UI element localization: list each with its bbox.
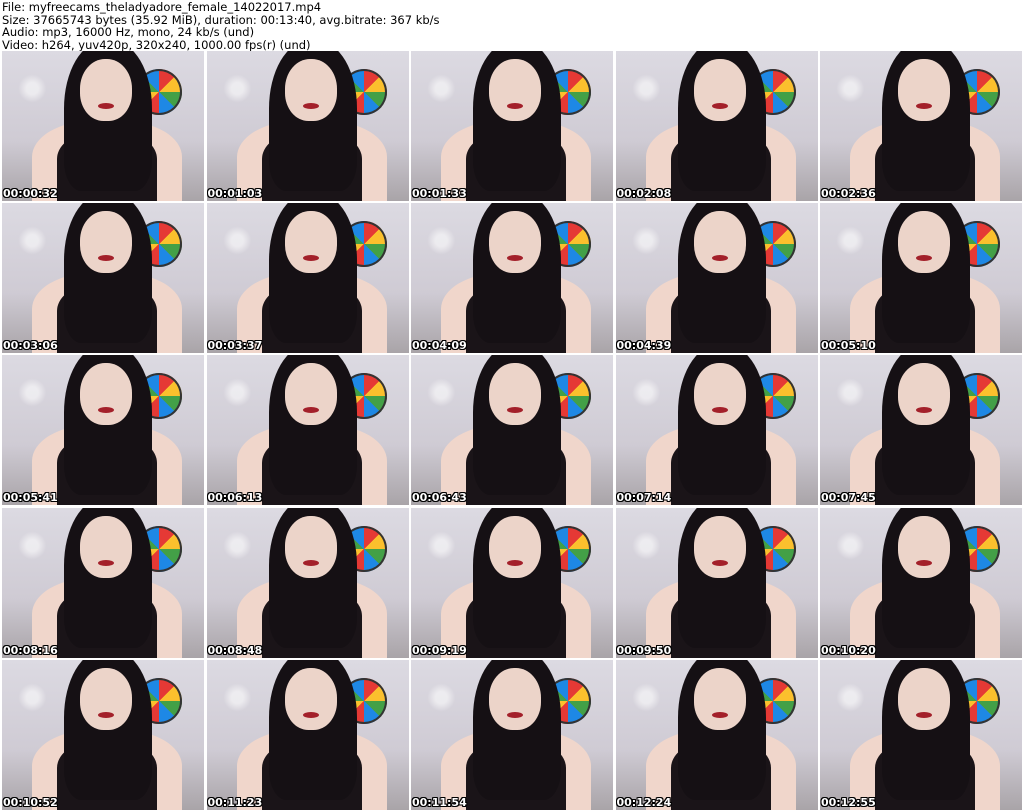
video-thumbnail: 00:00:32 — [2, 51, 204, 201]
thumbnail-timestamp: 00:09:19 — [412, 643, 467, 657]
person-face — [898, 363, 950, 426]
person-lips — [98, 103, 114, 109]
person-face — [80, 363, 132, 426]
person-face — [489, 211, 541, 274]
person-face — [693, 515, 746, 578]
thumbnail-timestamp: 00:12:24 — [616, 795, 672, 809]
person-face — [284, 515, 337, 578]
person-lips — [507, 559, 523, 566]
person-lips — [916, 103, 932, 109]
thumbnail-timestamp: 00:07:45 — [821, 491, 876, 505]
person-lips — [507, 103, 523, 109]
thumbnail-timestamp: 00:11:54 — [412, 795, 467, 809]
person-face — [80, 59, 132, 121]
person-face — [898, 515, 950, 578]
video-info-line: Video: h264, yuv420p, 320x240, 1000.00 f… — [2, 37, 311, 52]
thumbnail-timestamp: 00:03:06 — [3, 339, 58, 353]
thumbnail-timestamp: 00:01:33 — [412, 187, 467, 200]
thumbnail-timestamp: 00:04:39 — [616, 339, 672, 353]
thumbnail-timestamp: 00:02:08 — [616, 187, 672, 200]
thumbnail-timestamp: 00:08:16 — [3, 643, 58, 657]
person-face — [489, 667, 541, 730]
thumbnail-timestamp: 00:11:23 — [207, 795, 263, 809]
person-face — [80, 211, 132, 274]
video-thumbnail: 00:11:54 — [411, 659, 613, 810]
person-face — [693, 363, 746, 426]
video-thumbnail: 00:10:52 — [2, 659, 204, 810]
person-face — [80, 667, 132, 730]
person-lips — [711, 711, 728, 718]
person-lips — [711, 103, 728, 109]
video-thumbnail: 00:02:36 — [820, 51, 1022, 201]
thumbnail-timestamp: 00:07:14 — [616, 491, 672, 505]
video-thumbnail: 00:07:45 — [820, 355, 1022, 506]
person-face — [489, 515, 541, 578]
person-lips — [507, 711, 523, 718]
person-face — [284, 211, 337, 274]
thumbnail-timestamp: 00:05:41 — [3, 491, 58, 505]
thumbnail-timestamp: 00:06:43 — [412, 491, 467, 505]
person-lips — [916, 711, 932, 718]
person-lips — [302, 711, 319, 718]
video-thumbnail: 00:07:14 — [615, 355, 818, 506]
person-face — [693, 667, 746, 730]
person-face — [898, 211, 950, 274]
video-thumbnail: 00:11:23 — [206, 659, 409, 810]
thumbnail-timestamp: 00:01:03 — [207, 187, 263, 200]
thumbnail-timestamp: 00:02:36 — [821, 187, 876, 200]
person-face — [284, 363, 337, 426]
video-thumbnail: 00:04:09 — [411, 203, 613, 354]
thumbnail-timestamp: 00:10:20 — [821, 643, 876, 657]
person-face — [898, 59, 950, 121]
video-thumbnail: 00:06:43 — [411, 355, 613, 506]
thumbnail-timestamp: 00:09:50 — [616, 643, 672, 657]
thumbnail-grid: 00:00:32 00:01:03 00:01:33 00:02:08 00:02:36… — [2, 51, 1022, 810]
person-face — [80, 515, 132, 578]
video-thumbnail: 00:10:20 — [820, 507, 1022, 658]
audio-info-line: Audio: mp3, 16000 Hz, mono, 24 kb/s (und… — [2, 25, 255, 39]
thumbnail-timestamp: 00:03:37 — [207, 339, 263, 353]
video-thumbnail: 00:04:39 — [615, 203, 818, 354]
video-thumbnail: 00:12:55 — [820, 659, 1022, 810]
person-lips — [711, 559, 728, 566]
file-name-line: File: myfreecams_theladyadore_female_140… — [2, 0, 322, 14]
person-lips — [98, 559, 114, 566]
person-face — [898, 667, 950, 730]
person-lips — [302, 559, 319, 566]
person-lips — [916, 559, 932, 566]
person-lips — [711, 255, 728, 262]
person-lips — [302, 103, 319, 109]
video-thumbnail: 00:08:16 — [2, 507, 204, 658]
thumbnail-timestamp: 00:05:10 — [821, 339, 876, 353]
person-lips — [302, 255, 319, 262]
thumbnail-timestamp: 00:06:13 — [207, 491, 263, 505]
video-thumbnail: 00:05:10 — [820, 203, 1022, 354]
file-info-header: File: myfreecams_theladyadore_female_140… — [2, 1, 1022, 51]
video-thumbnail: 00:05:41 — [2, 355, 204, 506]
thumbnail-timestamp: 00:12:55 — [821, 795, 876, 809]
video-thumbnail: 00:06:13 — [206, 355, 409, 506]
thumbnail-timestamp: 00:10:52 — [3, 795, 58, 809]
person-face — [489, 59, 541, 121]
video-thumbnail: 00:02:08 — [615, 51, 818, 201]
thumbnail-timestamp: 00:00:32 — [3, 187, 58, 200]
person-face — [489, 363, 541, 426]
person-face — [284, 667, 337, 730]
video-thumbnail: 00:09:50 — [615, 507, 818, 658]
thumbnail-timestamp: 00:08:48 — [207, 643, 263, 657]
thumbnail-timestamp: 00:04:09 — [412, 339, 467, 353]
person-lips — [98, 711, 114, 718]
video-thumbnail: 00:01:03 — [206, 51, 409, 201]
video-thumbnail: 00:09:19 — [411, 507, 613, 658]
video-thumbnail: 00:03:06 — [2, 203, 204, 354]
person-face — [284, 59, 337, 121]
video-thumbnail: 00:08:48 — [206, 507, 409, 658]
person-face — [693, 211, 746, 274]
video-thumbnail: 00:03:37 — [206, 203, 409, 354]
video-thumbnail: 00:01:33 — [411, 51, 613, 201]
person-face — [693, 59, 746, 121]
video-thumbnail: 00:12:24 — [615, 659, 818, 810]
